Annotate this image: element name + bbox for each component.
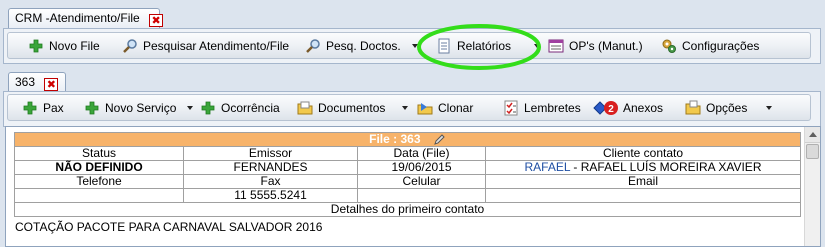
file-title: File : 363: [369, 132, 421, 146]
header-celular: Celular: [357, 174, 486, 189]
cliente-name: - RAFAEL LUÍS MOREIRA XAVIER: [570, 160, 762, 174]
pax-button[interactable]: Pax: [22, 97, 64, 119]
status-value: NÃO DEFINIDO: [14, 160, 184, 175]
plus-icon: [22, 100, 38, 116]
plus-icon: [200, 100, 216, 116]
search-icon: [122, 38, 138, 54]
anexos-label: Anexos: [623, 101, 664, 115]
tab-crm-atendimento[interactable]: CRM -Atendimento/File ✖: [8, 8, 164, 28]
tab-crm-label: CRM -Atendimento/File: [15, 11, 140, 25]
cliente-link[interactable]: RAFAEL: [525, 160, 571, 174]
pesq-doctos-button[interactable]: Pesq. Doctos.: [305, 35, 418, 57]
details-text: COTAÇÃO PACOTE PARA CARNAVAL SALVADOR 20…: [15, 220, 323, 234]
novo-file-button[interactable]: Novo File: [28, 35, 100, 57]
cliente-contato-value: RAFAEL - RAFAEL LUÍS MOREIRA XAVIER: [485, 160, 801, 175]
plus-icon: [84, 100, 100, 116]
telefone-value: [14, 188, 184, 203]
header-emissor: Emissor: [183, 146, 358, 161]
pax-label: Pax: [43, 101, 64, 115]
close-icon[interactable]: ✖: [44, 78, 59, 91]
attachment-icon: 2: [592, 100, 618, 116]
celular-value: [357, 188, 486, 203]
file-toolbar: Pax Novo Serviço Ocorrência Documentos C…: [7, 94, 811, 121]
anexos-button[interactable]: 2 Anexos: [592, 97, 663, 119]
pesquisar-atendimento-button[interactable]: Pesquisar Atendimento/File: [122, 35, 289, 57]
documentos-button[interactable]: Documentos: [297, 97, 409, 119]
header-cliente-contato: Cliente contato: [485, 146, 801, 161]
configuracoes-label: Configurações: [682, 39, 760, 53]
window-icon: [548, 38, 564, 54]
chevron-down-icon[interactable]: [402, 106, 409, 110]
anexos-badge: 2: [608, 104, 614, 115]
pesq-doctos-label: Pesq. Doctos.: [326, 39, 401, 53]
highlight-ellipse: [417, 24, 541, 70]
header-fax: Fax: [183, 174, 358, 189]
emissor-value: FERNANDES: [183, 160, 358, 175]
lembretes-button[interactable]: Lembretes: [503, 97, 581, 119]
scroll-up-icon[interactable]: [805, 127, 820, 143]
close-icon[interactable]: ✖: [149, 14, 164, 27]
header-email: Email: [485, 174, 801, 189]
data-file-value: 19/06/2015: [357, 160, 486, 175]
details-header: Detalhes do primeiro contato: [14, 202, 801, 217]
search-icon: [305, 38, 321, 54]
ocorrencia-label: Ocorrência: [221, 101, 280, 115]
chevron-down-icon[interactable]: [766, 106, 773, 110]
options-icon: [685, 100, 701, 116]
clonar-label: Clonar: [438, 101, 474, 115]
novo-servico-button[interactable]: Novo Serviço: [84, 97, 194, 119]
header-status: Status: [14, 146, 184, 161]
ops-manut-button[interactable]: OP's (Manut.): [548, 35, 643, 57]
checklist-icon: [503, 100, 519, 116]
folder-icon: [297, 100, 313, 116]
clone-icon: [417, 100, 433, 116]
fax-value: 11 5555.5241: [183, 188, 358, 203]
documentos-label: Documentos: [318, 101, 386, 115]
lembretes-label: Lembretes: [524, 101, 581, 115]
gears-icon: [661, 38, 677, 54]
tab-file-363[interactable]: 363 ✖: [8, 72, 66, 92]
header-data-file: Data (File): [357, 146, 486, 161]
vertical-scrollbar[interactable]: [804, 127, 820, 246]
file-content-panel: File : 363 Status Emissor Data (File) Cl…: [5, 126, 821, 247]
opcoes-button[interactable]: Opções: [685, 97, 773, 119]
main-toolbar: Novo File Pesquisar Atendimento/File Pes…: [7, 32, 811, 59]
plus-icon: [28, 38, 44, 54]
ocorrencia-button[interactable]: Ocorrência: [200, 97, 280, 119]
opcoes-label: Opções: [706, 101, 748, 115]
novo-file-label: Novo File: [49, 39, 100, 53]
novo-servico-label: Novo Serviço: [105, 101, 177, 115]
ops-manut-label: OP's (Manut.): [569, 39, 643, 53]
pesquisar-atendimento-label: Pesquisar Atendimento/File: [143, 39, 290, 53]
scroll-thumb[interactable]: [806, 144, 819, 159]
clonar-button[interactable]: Clonar: [417, 97, 473, 119]
file-details-table: File : 363 Status Emissor Data (File) Cl…: [14, 132, 801, 217]
header-telefone: Telefone: [14, 174, 184, 189]
file-title-bar: File : 363: [14, 132, 801, 147]
configuracoes-button[interactable]: Configurações: [661, 35, 759, 57]
email-value: [485, 188, 801, 203]
tab-file-label: 363: [15, 75, 36, 89]
edit-icon[interactable]: [434, 133, 446, 145]
chevron-down-icon[interactable]: [187, 106, 194, 110]
